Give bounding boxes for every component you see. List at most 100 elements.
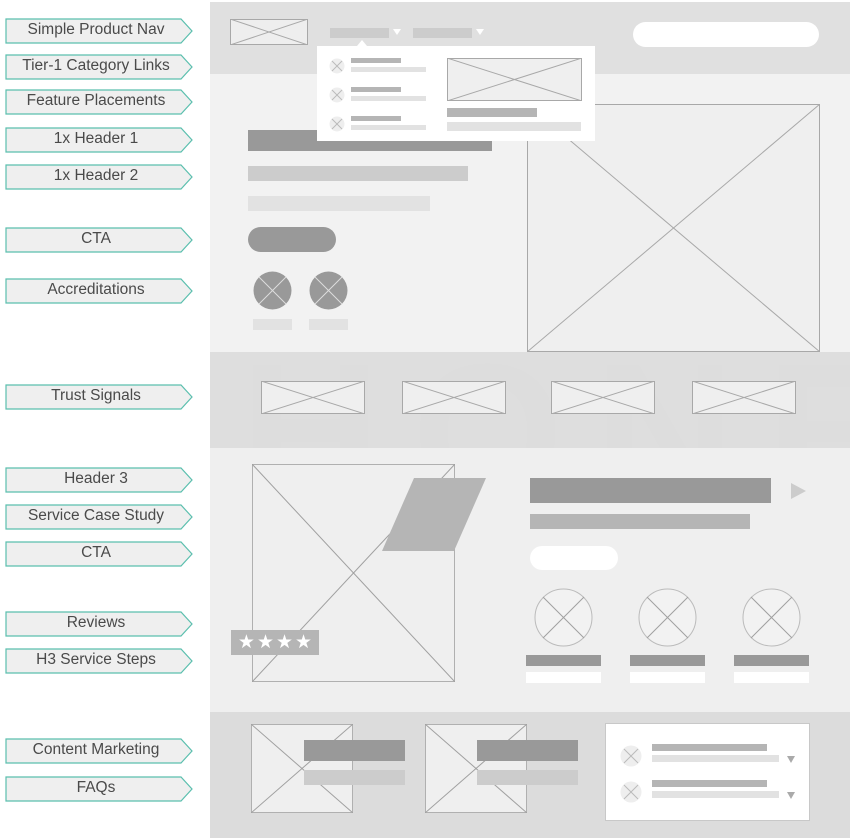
annotation-label-text: Header 3	[64, 470, 128, 487]
annotation-label-text: Reviews	[66, 614, 126, 631]
annotation-label: CTA	[5, 541, 193, 567]
feature-title	[447, 108, 537, 117]
service-step-icon	[534, 588, 593, 647]
caret-down-icon	[393, 29, 401, 35]
menu-item[interactable]	[329, 87, 426, 108]
service-step-desc	[734, 672, 809, 683]
menu-item-desc	[351, 67, 426, 72]
hero-image-placeholder	[527, 104, 820, 352]
trust-signals-band	[210, 352, 850, 448]
menu-item-title	[351, 87, 401, 92]
faq-answer-preview	[652, 755, 779, 762]
article-card-2-title[interactable]	[477, 740, 578, 761]
menu-item[interactable]	[329, 116, 426, 137]
star-icon: ★	[237, 631, 255, 653]
annotation-label: Reviews	[5, 611, 193, 637]
annotation-label: Feature Placements	[5, 89, 193, 115]
annotation-label: H3 Service Steps	[5, 648, 193, 674]
review-stars: ★ ★ ★ ★	[231, 630, 319, 655]
nav-link-1[interactable]	[330, 28, 389, 38]
annotation-label-text: Content Marketing	[32, 741, 160, 758]
annotation-label-text: Feature Placements	[26, 92, 166, 109]
feature-image-placeholder[interactable]	[447, 58, 582, 101]
header-2	[248, 166, 468, 181]
mega-menu-dropdown	[317, 40, 595, 141]
annotation-label: Service Case Study	[5, 504, 193, 530]
feature-desc	[447, 122, 581, 131]
case-study-subtext	[530, 514, 750, 529]
accreditation-badge-1	[253, 271, 292, 310]
article-card-2-image[interactable]	[425, 724, 527, 813]
placeholder-icon	[620, 745, 642, 767]
annotation-label-text: Trust Signals	[51, 387, 141, 404]
caret-down-icon[interactable]	[787, 792, 795, 799]
star-icon: ★	[276, 631, 294, 653]
annotation-label: Simple Product Nav	[5, 18, 193, 44]
nav-link-2[interactable]	[413, 28, 472, 38]
faq-item[interactable]	[620, 744, 800, 768]
faq-question	[652, 744, 767, 751]
annotation-label-text: Simple Product Nav	[27, 21, 165, 38]
annotation-label-text: FAQs	[76, 779, 116, 796]
annotation-label-text: Accreditations	[47, 281, 145, 298]
star-icon: ★	[256, 631, 274, 653]
placeholder-icon	[329, 87, 345, 103]
play-icon[interactable]	[791, 483, 806, 499]
cta-button[interactable]	[248, 227, 336, 252]
service-step-icon	[638, 588, 697, 647]
annotation-label: CTA	[5, 227, 193, 253]
placeholder-icon	[329, 116, 345, 132]
menu-pointer	[357, 40, 367, 46]
article-card-2-excerpt	[477, 770, 578, 785]
placeholder-icon	[329, 58, 345, 74]
annotation-label-text: CTA	[81, 544, 111, 561]
annotation-label-text: CTA	[81, 230, 111, 247]
faq-item[interactable]	[620, 780, 800, 804]
article-card-1-excerpt	[304, 770, 405, 785]
header-3	[530, 478, 771, 503]
menu-item-title	[351, 58, 401, 63]
case-study-callout-shape	[382, 478, 486, 551]
service-step-title	[630, 655, 705, 666]
annotation-label: Tier-1 Category Links	[5, 54, 193, 80]
annotation-label: Trust Signals	[5, 384, 193, 410]
service-step-title	[734, 655, 809, 666]
accreditation-badge-2	[309, 271, 348, 310]
faq-answer-preview	[652, 791, 779, 798]
annotation-label-text: 1x Header 1	[53, 130, 139, 147]
menu-item-title	[351, 116, 401, 121]
annotation-label: Content Marketing	[5, 738, 193, 764]
annotation-label-text: H3 Service Steps	[36, 651, 156, 668]
accreditation-caption-1	[253, 319, 292, 330]
caret-down-icon[interactable]	[787, 756, 795, 763]
article-card-1-title[interactable]	[304, 740, 405, 761]
trust-logo-placeholder	[551, 381, 655, 414]
menu-item-desc	[351, 125, 426, 130]
caret-down-icon	[476, 29, 484, 35]
star-icon: ★	[295, 631, 313, 653]
annotation-label: Header 3	[5, 467, 193, 493]
wireframe-page: HONED	[210, 2, 850, 838]
service-step-desc	[630, 672, 705, 683]
trust-logo-placeholder	[261, 381, 365, 414]
annotation-label: Accreditations	[5, 278, 193, 304]
annotation-label-text: 1x Header 2	[53, 167, 139, 184]
menu-item-desc	[351, 96, 426, 101]
content-faq-section	[210, 712, 850, 838]
annotation-label: 1x Header 2	[5, 164, 193, 190]
trust-logo-placeholder	[402, 381, 506, 414]
faq-question	[652, 780, 767, 787]
placeholder-icon	[620, 781, 642, 803]
service-step-icon	[742, 588, 801, 647]
search-input[interactable]	[633, 22, 819, 47]
annotation-label-text: Service Case Study	[27, 507, 165, 524]
faq-panel	[605, 723, 810, 821]
subtext-line	[248, 196, 430, 211]
service-step-desc	[526, 672, 601, 683]
menu-item[interactable]	[329, 58, 426, 79]
trust-logo-placeholder	[692, 381, 796, 414]
article-card-1-image[interactable]	[251, 724, 353, 813]
annotation-label-text: Tier-1 Category Links	[22, 57, 170, 74]
cta-button-2[interactable]	[530, 546, 618, 570]
logo-placeholder[interactable]	[230, 19, 308, 45]
